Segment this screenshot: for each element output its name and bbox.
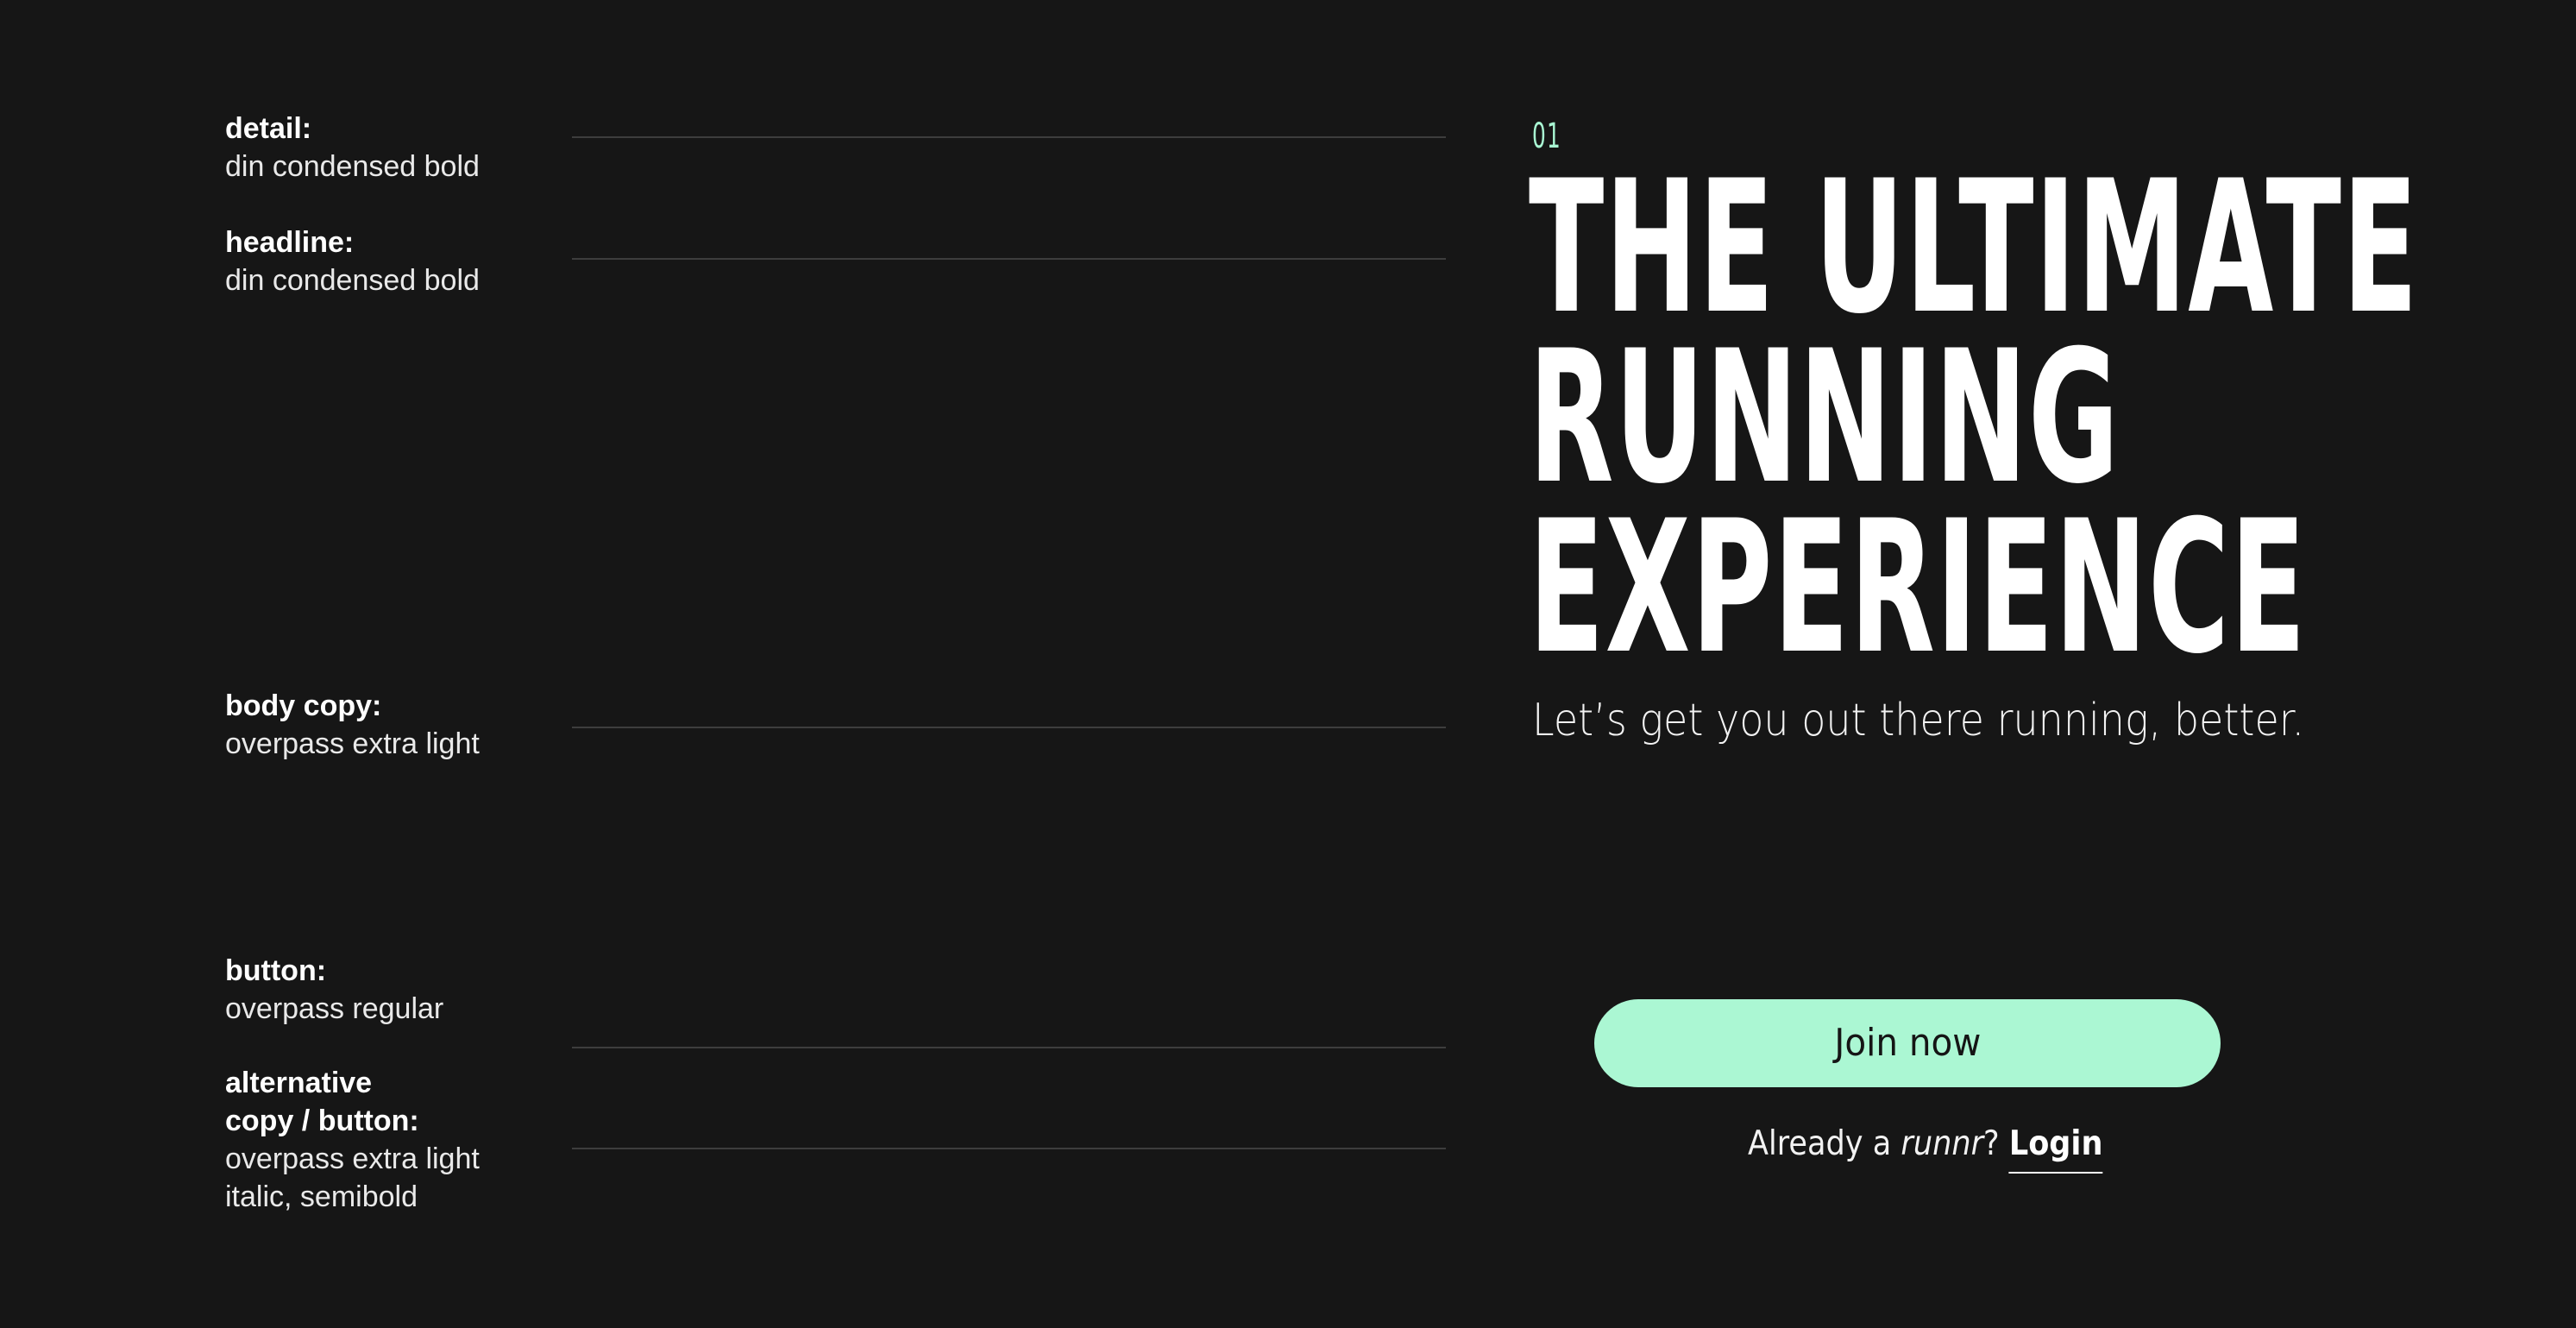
body-copy: Let’s get you out there running, better. (1532, 695, 2305, 746)
login-prompt-suffix: ? (1983, 1124, 2009, 1163)
annotation-label: button: (225, 954, 327, 987)
annotation-value: overpass extra light (225, 727, 480, 760)
annotation-label: copy / button: (225, 1105, 419, 1137)
annotation-label: body copy: (225, 689, 382, 722)
join-now-button[interactable]: Join now (1594, 999, 2221, 1087)
annotation-value: din condensed bold (225, 150, 480, 183)
annotation-alternative-copy: alternative copy / button: overpass extr… (225, 1064, 480, 1216)
guide-line-body-copy (572, 727, 1446, 728)
annotation-value: italic, semibold (225, 1180, 418, 1213)
headline: THE ULTIMATE RUNNING EXPERIENCE (1529, 141, 2419, 694)
annotation-value: din condensed bold (225, 264, 480, 297)
annotation-detail: detail: din condensed bold (225, 110, 480, 186)
annotation-label: alternative (225, 1067, 373, 1099)
headline-line: RUNNING (1529, 311, 2120, 524)
annotation-label: headline: (225, 226, 355, 259)
join-now-label: Join now (1833, 1021, 1981, 1065)
headline-line: EXPERIENCE (1529, 481, 2307, 694)
headline-line: THE ULTIMATE (1529, 141, 2419, 354)
annotation-body-copy: body copy: overpass extra light (225, 687, 480, 763)
login-link[interactable]: Login (2008, 1123, 2103, 1174)
annotation-headline: headline: din condensed bold (225, 223, 480, 299)
guide-line-alternative-copy (572, 1148, 1446, 1149)
annotation-value: overpass extra light (225, 1142, 480, 1175)
annotation-button: button: overpass regular (225, 952, 443, 1028)
login-prompt-prefix: Already a (1748, 1124, 1901, 1163)
guide-line-button (572, 1047, 1446, 1048)
brand-name: runnr (1901, 1124, 1984, 1163)
guide-line-detail (572, 136, 1446, 138)
annotation-value: overpass regular (225, 992, 444, 1025)
annotation-label: detail: (225, 112, 312, 145)
guide-line-headline (572, 258, 1446, 260)
